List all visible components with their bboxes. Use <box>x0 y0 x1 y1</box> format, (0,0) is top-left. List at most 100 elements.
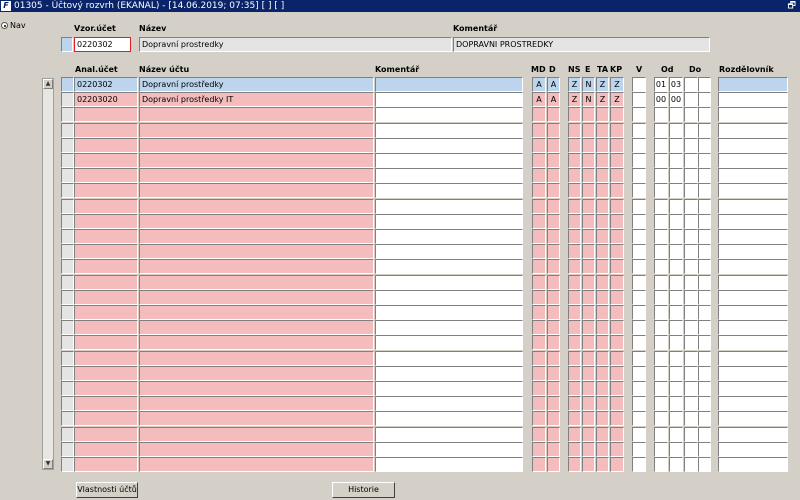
cell-do[interactable] <box>684 350 698 366</box>
cell-ta[interactable] <box>596 320 609 336</box>
row-selector[interactable] <box>61 289 74 305</box>
cell-blank[interactable] <box>698 183 711 199</box>
cell-anal-ucet[interactable] <box>74 183 138 199</box>
cell-kp[interactable] <box>610 396 624 412</box>
cell-md[interactable] <box>532 213 546 229</box>
cell-v[interactable] <box>632 350 646 366</box>
cell-ta[interactable] <box>596 229 609 244</box>
cell-anal-ucet[interactable] <box>74 411 138 427</box>
cell-md[interactable] <box>532 396 546 412</box>
cell-do[interactable] <box>684 396 698 412</box>
cell-od2[interactable] <box>669 381 683 396</box>
cell-nazev-uctu[interactable] <box>139 198 374 214</box>
cell-rozdelovnik[interactable] <box>718 244 788 260</box>
cell-od1[interactable] <box>654 426 668 442</box>
cell-md[interactable] <box>532 229 546 244</box>
cell-ta[interactable] <box>596 183 609 199</box>
cell-od2[interactable] <box>669 457 683 472</box>
cell-ta[interactable] <box>596 365 609 381</box>
cell-rozdelovnik[interactable] <box>718 411 788 427</box>
cell-ta[interactable] <box>596 153 609 168</box>
cell-kp[interactable] <box>610 335 624 351</box>
cell-nazev-uctu[interactable] <box>139 107 374 123</box>
cell-ns[interactable] <box>568 137 581 153</box>
cell-blank[interactable] <box>698 229 711 244</box>
cell-od2[interactable] <box>669 107 683 123</box>
cell-e[interactable] <box>582 244 595 260</box>
cell-komentar[interactable] <box>375 122 523 138</box>
cell-blank[interactable] <box>698 92 711 108</box>
cell-od2[interactable]: 00 <box>669 92 683 108</box>
cell-ta[interactable]: Z <box>596 92 609 108</box>
cell-od1[interactable] <box>654 244 668 260</box>
cell-d[interactable] <box>547 183 560 199</box>
cell-od1[interactable] <box>654 274 668 290</box>
cell-od2[interactable] <box>669 305 683 320</box>
cell-do[interactable] <box>684 426 698 442</box>
cell-blank[interactable] <box>698 168 711 184</box>
cell-od1[interactable] <box>654 457 668 472</box>
cell-od2[interactable] <box>669 198 683 214</box>
cell-md[interactable] <box>532 137 546 153</box>
cell-nazev-uctu[interactable] <box>139 137 374 153</box>
cell-rozdelovnik[interactable] <box>718 350 788 366</box>
cell-od1[interactable] <box>654 153 668 168</box>
cell-ns[interactable] <box>568 183 581 199</box>
cell-od1[interactable] <box>654 320 668 336</box>
cell-nazev-uctu[interactable] <box>139 335 374 351</box>
cell-do[interactable] <box>684 198 698 214</box>
cell-do[interactable] <box>684 320 698 336</box>
cell-d[interactable] <box>547 396 560 412</box>
cell-v[interactable] <box>632 77 646 92</box>
cell-ta[interactable] <box>596 381 609 396</box>
cell-nazev-uctu[interactable] <box>139 259 374 275</box>
cell-d[interactable] <box>547 153 560 168</box>
cell-od1[interactable]: 00 <box>654 92 668 108</box>
cell-blank[interactable] <box>698 137 711 153</box>
cell-rozdelovnik[interactable] <box>718 259 788 275</box>
cell-blank[interactable] <box>698 244 711 260</box>
cell-od1[interactable] <box>654 335 668 351</box>
cell-kp[interactable] <box>610 153 624 168</box>
cell-ta[interactable] <box>596 168 609 184</box>
cell-e[interactable] <box>582 183 595 199</box>
cell-rozdelovnik[interactable] <box>718 213 788 229</box>
cell-d[interactable] <box>547 365 560 381</box>
cell-ns[interactable] <box>568 107 581 123</box>
cell-kp[interactable] <box>610 305 624 320</box>
cell-od2[interactable] <box>669 137 683 153</box>
vzor-ucet-input[interactable]: 0220302 <box>74 37 131 52</box>
cell-od2[interactable] <box>669 289 683 305</box>
cell-od1[interactable] <box>654 183 668 199</box>
cell-nazev-uctu[interactable] <box>139 305 374 320</box>
cell-ta[interactable] <box>596 244 609 260</box>
cell-d[interactable] <box>547 305 560 320</box>
row-selector[interactable] <box>61 107 74 123</box>
cell-komentar[interactable] <box>375 274 523 290</box>
cell-e[interactable] <box>582 335 595 351</box>
cell-kp[interactable] <box>610 137 624 153</box>
cell-kp[interactable] <box>610 411 624 427</box>
cell-rozdelovnik[interactable] <box>718 153 788 168</box>
cell-rozdelovnik[interactable] <box>718 365 788 381</box>
cell-od2[interactable] <box>669 335 683 351</box>
cell-e[interactable] <box>582 411 595 427</box>
cell-ta[interactable] <box>596 274 609 290</box>
cell-ns[interactable] <box>568 396 581 412</box>
cell-kp[interactable] <box>610 168 624 184</box>
cell-od1[interactable] <box>654 137 668 153</box>
cell-e[interactable] <box>582 441 595 457</box>
cell-d[interactable] <box>547 213 560 229</box>
cell-od1[interactable] <box>654 305 668 320</box>
cell-nazev-uctu[interactable] <box>139 320 374 336</box>
cell-md[interactable] <box>532 183 546 199</box>
cell-ta[interactable] <box>596 289 609 305</box>
cell-blank[interactable] <box>698 396 711 412</box>
cell-nazev-uctu[interactable] <box>139 229 374 244</box>
cell-md[interactable] <box>532 365 546 381</box>
cell-do[interactable] <box>684 229 698 244</box>
cell-d[interactable] <box>547 426 560 442</box>
nav-radio[interactable]: Nav <box>1 21 26 30</box>
cell-e[interactable] <box>582 122 595 138</box>
cell-do[interactable] <box>684 168 698 184</box>
